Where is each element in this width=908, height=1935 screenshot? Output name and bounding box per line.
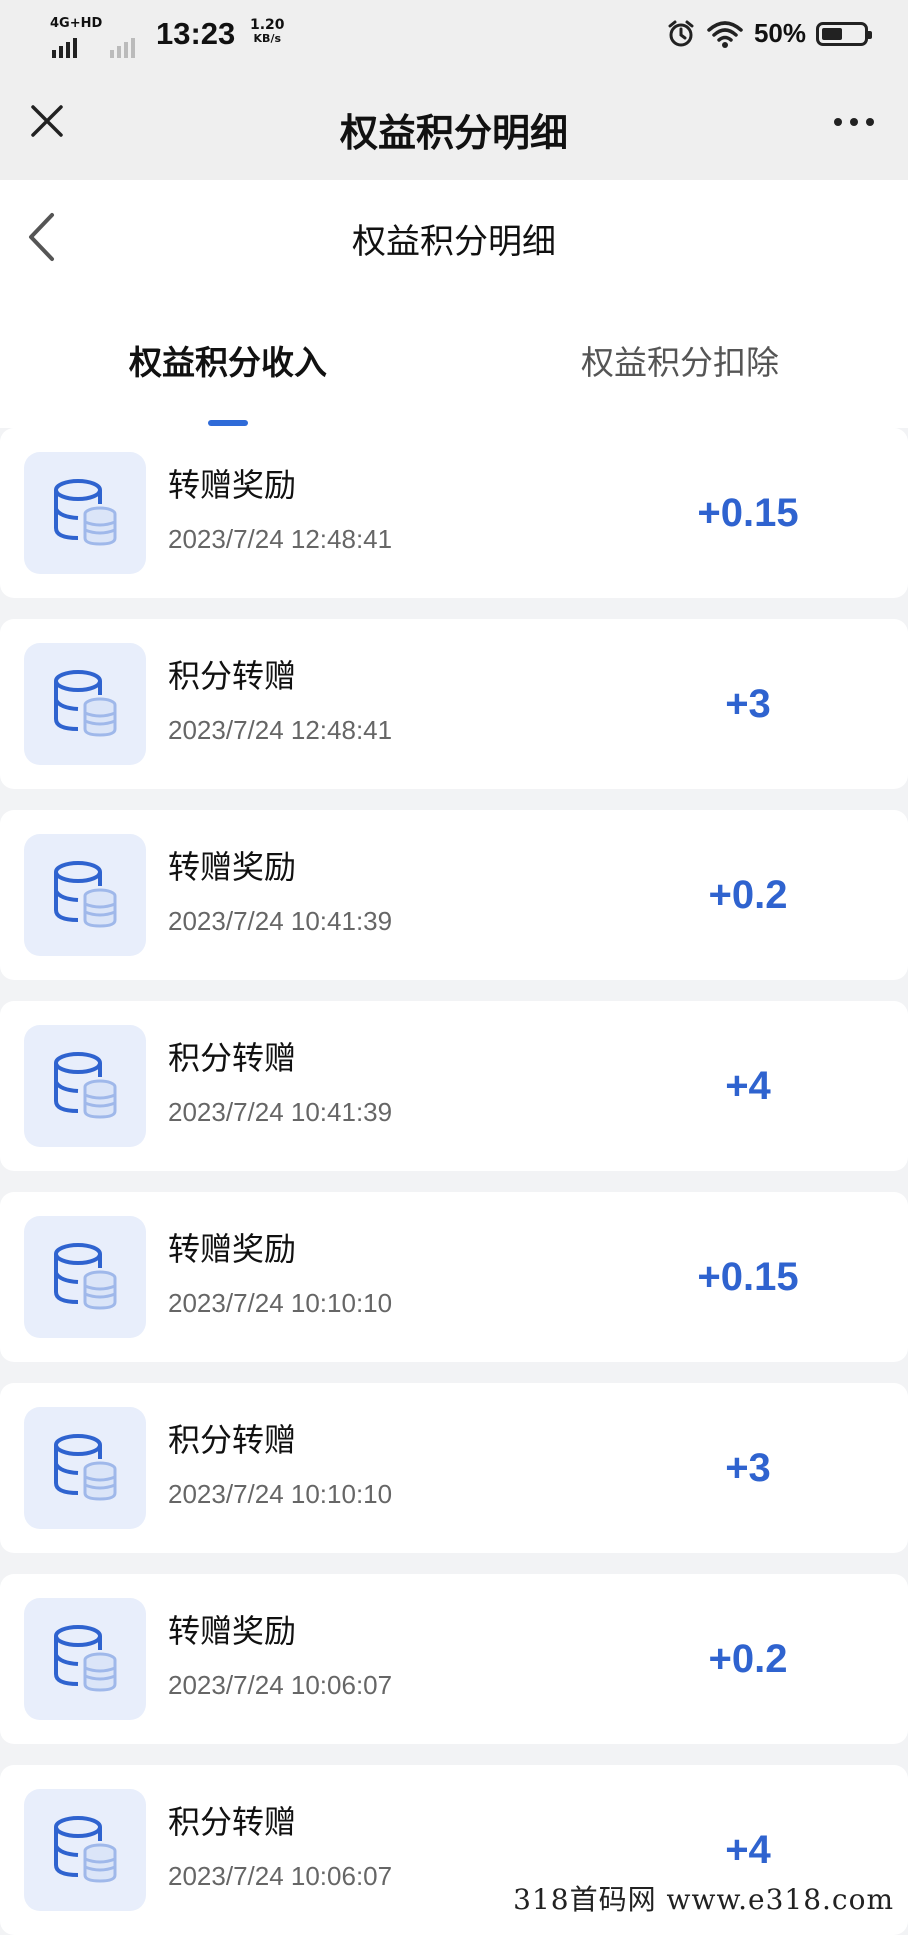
item-amount: +4 (725, 1063, 771, 1108)
item-amount: +0.15 (697, 1254, 799, 1299)
item-amount: +3 (725, 681, 771, 726)
list-item[interactable]: 积分转赠 2023/7/24 12:48:41 +3 (0, 619, 908, 789)
list-item[interactable]: 积分转赠 2023/7/24 10:10:10 +3 (0, 1383, 908, 1553)
item-time: 2023/7/24 10:10:10 (168, 1479, 393, 1509)
top-nav-bar: 权益积分明细 (0, 72, 908, 180)
battery-fill (822, 27, 842, 40)
item-title: 转赠奖励 (168, 1230, 297, 1268)
item-title: 转赠奖励 (168, 466, 297, 504)
item-amount: +0.2 (708, 1636, 788, 1681)
top-nav-title: 权益积分明细 (339, 111, 568, 155)
item-time: 2023/7/24 10:41:39 (168, 1097, 393, 1127)
network-speed: 1.20 KB/s (250, 18, 285, 46)
signal-secondary-icon (110, 38, 135, 58)
network-speed-value: 1.20 (250, 17, 285, 33)
tab-income[interactable]: 权益积分收入 (58, 336, 398, 384)
list-item[interactable]: 转赠奖励 2023/7/24 12:48:41 +0.15 (0, 428, 908, 598)
item-amount: +3 (725, 1445, 771, 1490)
wifi-icon (707, 20, 743, 48)
tab-deduction[interactable]: 权益积分扣除 (510, 336, 850, 384)
database-icon (24, 643, 146, 765)
battery-icon (816, 21, 872, 46)
more-icon-dot (850, 118, 858, 126)
item-time: 2023/7/24 12:48:41 (168, 715, 393, 745)
list-item[interactable]: 转赠奖励 2023/7/24 10:41:39 +0.2 (0, 810, 908, 980)
item-time: 2023/7/24 10:10:10 (168, 1288, 393, 1318)
network-type: 4G+HD (50, 16, 103, 31)
item-amount: +0.15 (697, 490, 799, 535)
active-tab-indicator (208, 420, 248, 426)
list-item[interactable]: 转赠奖励 2023/7/24 10:06:07 +0.2 (0, 1574, 908, 1744)
page-title: 权益积分明细 (352, 222, 556, 262)
item-title: 转赠奖励 (168, 848, 297, 886)
more-icon-dot (866, 118, 874, 126)
item-title: 积分转赠 (168, 1039, 297, 1077)
status-right: 50% (666, 18, 872, 49)
more-icon-dot (834, 118, 842, 126)
item-time: 2023/7/24 10:06:07 (168, 1670, 393, 1700)
signal-icon (52, 38, 77, 58)
status-bar: 4G+HD 13:23 1.20 KB/s 50% (0, 0, 908, 72)
item-title: 转赠奖励 (168, 1612, 297, 1650)
database-icon (24, 452, 146, 574)
list-item[interactable]: 积分转赠 2023/7/24 10:41:39 +4 (0, 1001, 908, 1171)
item-time: 2023/7/24 10:41:39 (168, 906, 393, 936)
database-icon (24, 834, 146, 956)
item-title: 积分转赠 (168, 1803, 297, 1841)
network-speed-unit: KB/s (253, 32, 282, 45)
page-header: 权益积分明细 (0, 180, 908, 300)
status-time: 13:23 (156, 16, 236, 51)
database-icon (24, 1789, 146, 1911)
database-icon (24, 1216, 146, 1338)
item-time: 2023/7/24 12:48:41 (168, 524, 393, 554)
database-icon (24, 1025, 146, 1147)
item-title: 积分转赠 (168, 657, 297, 695)
item-amount: +0.2 (708, 872, 788, 917)
tab-bar: 权益积分收入 权益积分扣除 (0, 300, 908, 428)
list-item[interactable]: 转赠奖励 2023/7/24 10:10:10 +0.15 (0, 1192, 908, 1362)
database-icon (24, 1598, 146, 1720)
battery-percent: 50% (753, 18, 806, 48)
alarm-icon (668, 20, 694, 46)
item-title: 积分转赠 (168, 1421, 297, 1459)
watermark: 318首码网 www.e318.com (509, 1878, 898, 1918)
item-time: 2023/7/24 10:06:07 (168, 1861, 393, 1891)
database-icon (24, 1407, 146, 1529)
more-button[interactable] (826, 102, 882, 142)
